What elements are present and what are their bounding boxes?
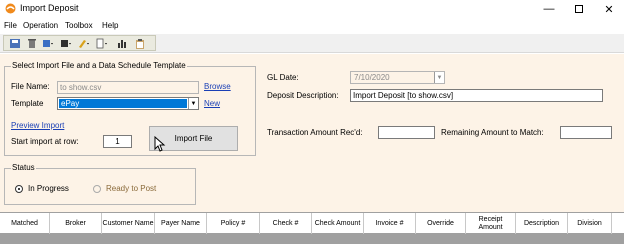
deposit-description-label: Deposit Description: [267,91,339,100]
menu-bar: File Operation Toolbox Help [0,19,624,33]
delete-icon[interactable] [26,38,38,49]
transaction-amount-field[interactable] [378,126,435,139]
deposit-grid-body[interactable] [0,234,624,244]
gl-date-value: 7/10/2020 [354,73,390,82]
remaining-amount-label: Remaining Amount to Match: [441,128,544,137]
list-dropdown-icon[interactable] [60,38,72,49]
status-in-progress-radio[interactable]: In Progress [15,184,69,193]
start-row-label: Start import at row: [11,137,79,146]
new-template-link[interactable]: New [204,99,220,108]
column-payer-name[interactable]: Payer Name [155,213,207,234]
edit-dropdown-icon[interactable] [42,38,54,49]
minimize-button[interactable]: — [534,0,564,18]
toolbar [0,34,624,53]
document-dropdown-icon[interactable] [96,38,108,49]
toolstrip [3,35,156,51]
radio-selected-icon [15,184,23,193]
clipboard-icon[interactable] [134,38,146,49]
form-area: Select Import File and a Data Schedule T… [0,54,624,214]
menu-operation[interactable]: Operation [23,21,58,30]
template-label: Template [11,99,44,108]
import-file-label: Import File [174,134,213,143]
column-description[interactable]: Description [516,213,568,234]
template-selected-value: ePay [59,99,187,108]
import-file-group: Select Import File and a Data Schedule T… [4,61,256,156]
deposit-description-field[interactable]: Import Deposit [to show.csv] [350,89,603,102]
chevron-down-icon[interactable]: ▼ [188,98,198,109]
browse-link[interactable]: Browse [204,82,231,91]
preview-import-link[interactable]: Preview Import [11,121,64,130]
status-ready-to-post-label: Ready to Post [106,184,157,193]
pen-dropdown-icon[interactable] [78,38,90,49]
column-policy-number[interactable]: Policy # [207,213,260,234]
maximize-button[interactable] [564,0,594,18]
column-broker[interactable]: Broker [50,213,102,234]
gl-date-picker[interactable]: 7/10/2020 ▼ [350,71,445,84]
maximize-icon [575,5,583,13]
column-override[interactable]: Override [416,213,466,234]
remaining-amount-field[interactable] [560,126,612,139]
file-name-label: File Name: [11,82,50,91]
status-ready-to-post-radio[interactable]: Ready to Post [93,184,156,193]
menu-help[interactable]: Help [102,21,118,30]
import-group-legend: Select Import File and a Data Schedule T… [11,61,187,70]
chart-icon[interactable] [116,38,128,49]
column-invoice-number[interactable]: Invoice # [364,213,416,234]
column-check-amount[interactable]: Check Amount [312,213,364,234]
column-check-number[interactable]: Check # [260,213,312,234]
cursor-icon [154,136,166,152]
app-icon [5,3,16,14]
status-in-progress-label: In Progress [28,184,69,193]
column-matched[interactable]: Matched [0,213,50,234]
close-icon: ✕ [604,3,614,16]
template-select[interactable]: ePay ▼ [57,97,199,110]
menu-toolbox[interactable]: Toolbox [65,21,93,30]
gl-date-label: GL Date: [267,73,299,82]
column-customer-name[interactable]: Customer Name [102,213,155,234]
close-button[interactable]: ✕ [594,0,624,18]
title-bar: Import Deposit — ✕ [0,0,624,18]
window-title: Import Deposit [20,3,79,13]
minimize-icon: — [543,3,555,15]
deposit-grid-header: Matched Broker Customer Name Payer Name … [0,212,624,234]
status-group: Status In Progress Ready to Post [4,163,196,205]
save-icon[interactable] [9,38,21,49]
column-division[interactable]: Division [568,213,612,234]
transaction-amount-label: Transaction Amount Rec'd: [267,128,363,137]
file-name-field[interactable]: to show.csv [57,81,199,94]
status-legend: Status [11,163,36,172]
column-receipt-amount[interactable]: Receipt Amount [466,213,516,234]
start-row-field[interactable]: 1 [103,135,132,148]
menu-file[interactable]: File [4,21,17,30]
radio-empty-icon [93,184,101,193]
calendar-dropdown-icon[interactable]: ▼ [434,72,444,83]
